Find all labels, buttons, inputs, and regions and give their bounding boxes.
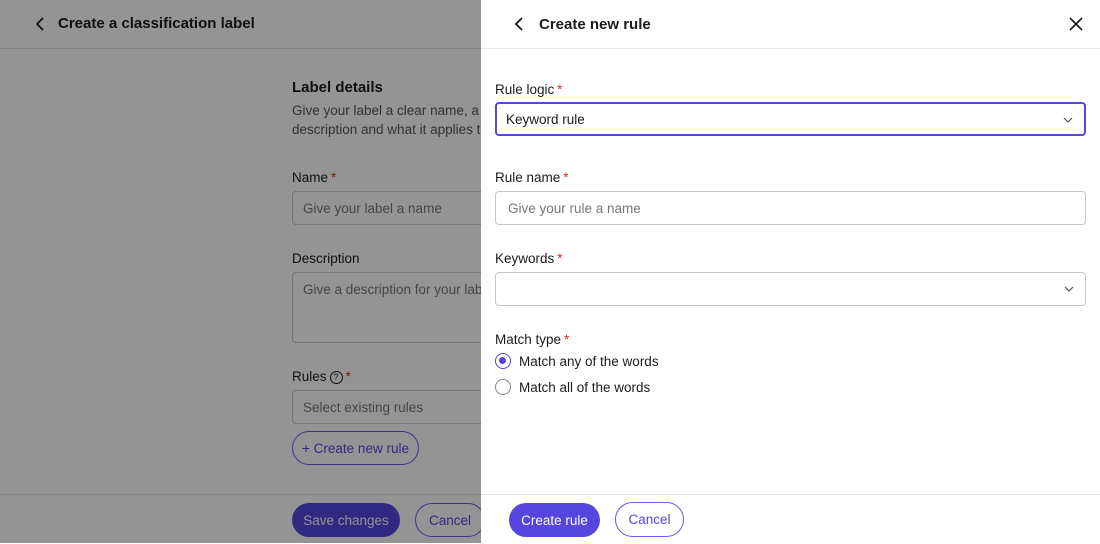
required-mark: * [563, 170, 569, 185]
rule-name-field[interactable] [495, 191, 1086, 225]
match-any-radio[interactable]: Match any of the words [495, 353, 659, 369]
required-mark: * [564, 332, 570, 347]
rule-logic-select[interactable]: Keyword rule [495, 102, 1086, 136]
chevron-down-icon [1064, 286, 1074, 292]
drawer-cancel-button[interactable]: Cancel [615, 502, 684, 537]
back-icon[interactable] [509, 14, 529, 34]
keywords-label: Keywords * [495, 251, 563, 266]
drawer-header: Create new rule [481, 0, 1100, 49]
match-all-label: Match all of the words [519, 379, 651, 395]
radio-button-checked[interactable] [495, 353, 511, 369]
rule-logic-label: Rule logic * [495, 82, 563, 97]
match-type-label: Match type * [495, 332, 570, 347]
chevron-down-icon [1063, 117, 1073, 123]
required-mark: * [557, 251, 563, 266]
keywords-select[interactable] [495, 272, 1086, 306]
rule-name-label: Rule name * [495, 170, 569, 185]
close-icon[interactable] [1066, 14, 1086, 34]
rule-logic-value: Keyword rule [506, 111, 585, 127]
rule-name-input[interactable] [506, 199, 1075, 217]
radio-button-unchecked[interactable] [495, 379, 511, 395]
drawer-title: Create new rule [539, 16, 651, 33]
match-any-label: Match any of the words [519, 353, 659, 369]
create-rule-button[interactable]: Create rule [509, 503, 600, 537]
required-mark: * [557, 82, 563, 97]
create-rule-drawer: Create new rule Rule logic * Keyword rule… [481, 0, 1100, 543]
match-all-radio[interactable]: Match all of the words [495, 379, 650, 395]
